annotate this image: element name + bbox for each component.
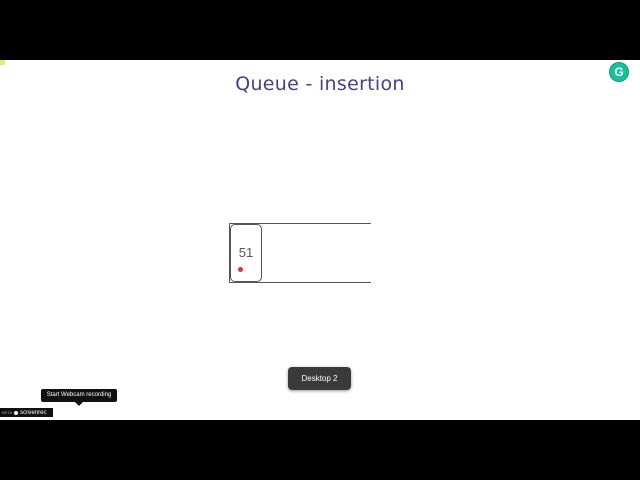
screenrec-toolbar[interactable]: BETA screenrec <box>0 408 53 417</box>
screenrec-label: screenrec <box>20 409 47 416</box>
corner-marker <box>0 60 5 65</box>
cursor-dot-icon <box>238 267 243 272</box>
queue-bottom-border <box>229 282 371 283</box>
queue-cell-value: 51 <box>238 245 254 260</box>
queue-diagram: 51 <box>229 223 371 283</box>
record-icon[interactable] <box>14 410 19 415</box>
letterbox-bottom <box>0 420 640 480</box>
slide-title: Queue - insertion <box>235 73 405 95</box>
desktop-switch-toast: Desktop 2 <box>288 367 351 390</box>
slide-canvas: Queue - insertion G 51 Desktop 2 Start W… <box>0 60 640 420</box>
webcam-recording-tooltip: Start Webcam recording <box>41 389 117 402</box>
grammarly-icon[interactable]: G <box>610 63 628 81</box>
tooltip-arrow <box>75 402 83 406</box>
screenrec-beta-label: BETA <box>2 410 13 415</box>
letterbox-top <box>0 0 640 60</box>
queue-cell: 51 <box>230 224 262 282</box>
